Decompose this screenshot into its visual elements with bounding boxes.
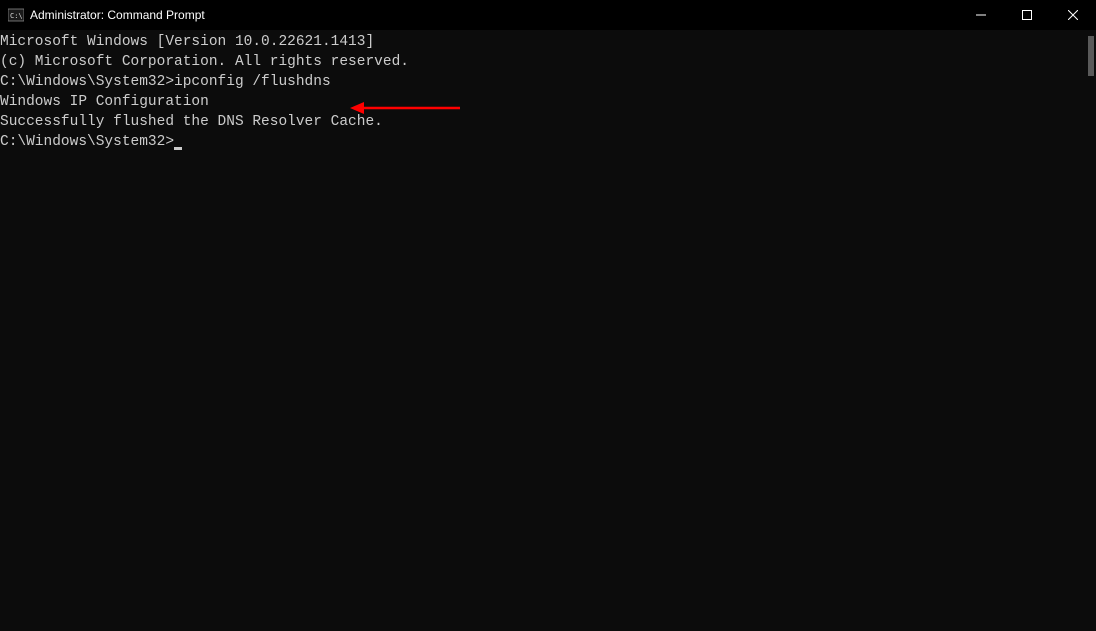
- copyright-line: (c) Microsoft Corporation. All rights re…: [0, 52, 1096, 72]
- scrollbar-thumb[interactable]: [1088, 36, 1094, 76]
- command-line: C:\Windows\System32>ipconfig /flushdns: [0, 72, 1096, 92]
- version-line: Microsoft Windows [Version 10.0.22621.14…: [0, 32, 1096, 52]
- result-line: Successfully flushed the DNS Resolver Ca…: [0, 112, 1096, 132]
- terminal-content[interactable]: Microsoft Windows [Version 10.0.22621.14…: [0, 30, 1096, 631]
- window-title: Administrator: Command Prompt: [30, 8, 205, 22]
- cursor: [174, 147, 182, 150]
- window-controls: [958, 0, 1096, 30]
- scrollbar-track[interactable]: [1082, 30, 1096, 631]
- terminal-output: Microsoft Windows [Version 10.0.22621.14…: [0, 32, 1096, 152]
- close-button[interactable]: [1050, 0, 1096, 30]
- cmd-icon: C:\: [8, 7, 24, 23]
- config-header-line: Windows IP Configuration: [0, 92, 1096, 112]
- prompt-path: C:\Windows\System32>: [0, 134, 174, 150]
- svg-text:C:\: C:\: [10, 12, 23, 20]
- minimize-button[interactable]: [958, 0, 1004, 30]
- titlebar[interactable]: C:\ Administrator: Command Prompt: [0, 0, 1096, 30]
- maximize-button[interactable]: [1004, 0, 1050, 30]
- command-prompt-window: C:\ Administrator: Command Prompt Micros…: [0, 0, 1096, 631]
- prompt-line: C:\Windows\System32>: [0, 132, 1096, 152]
